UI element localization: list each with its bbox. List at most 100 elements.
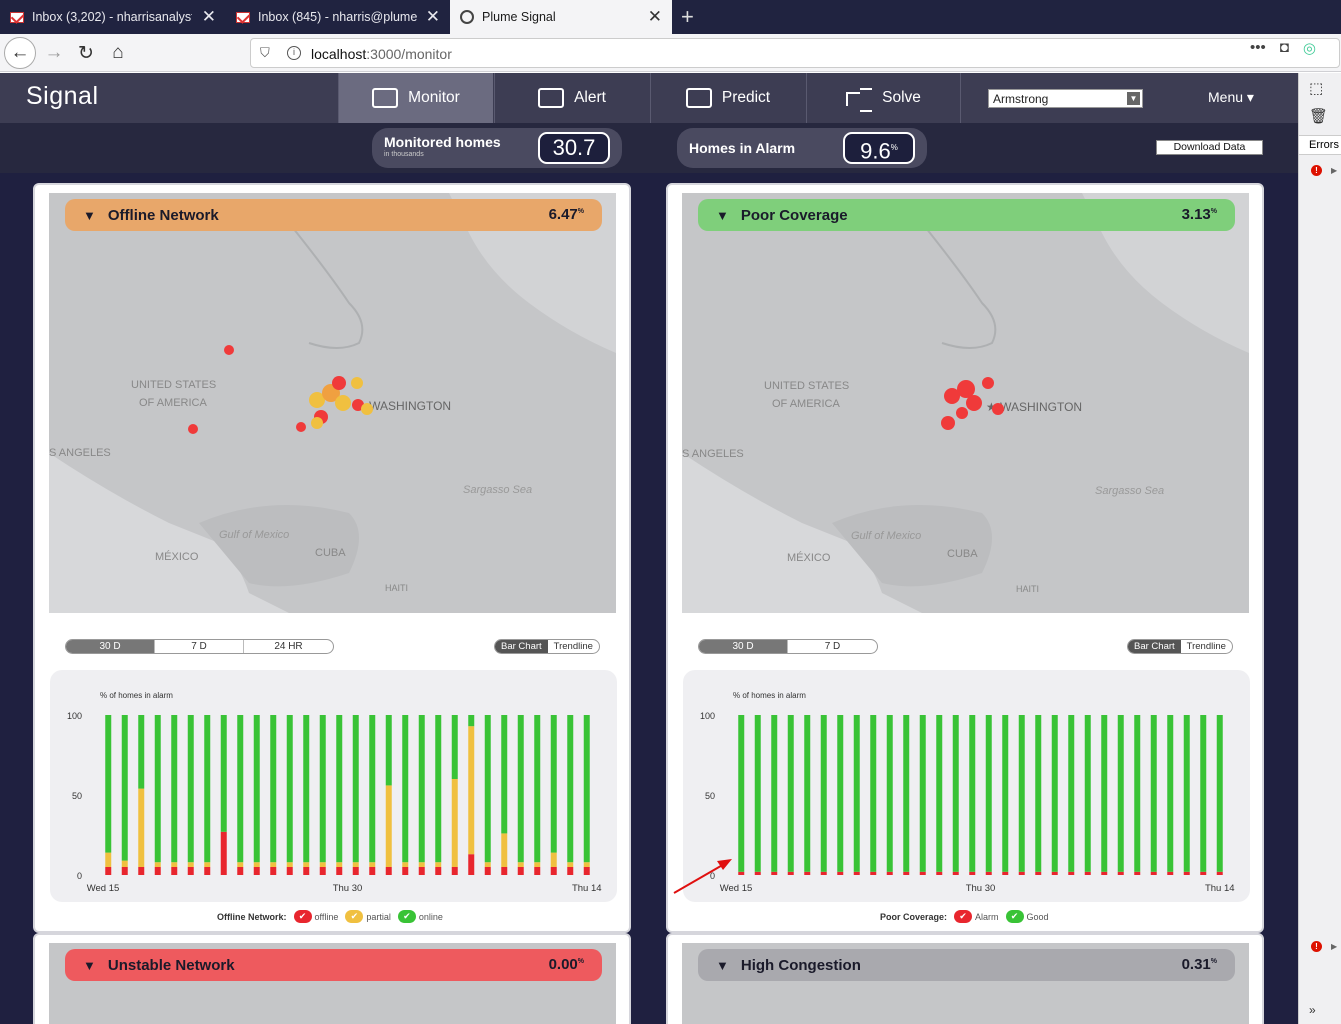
poor-coverage-header[interactable]: ▼ Poor Coverage 3.13% [698,199,1235,231]
browser-tab-inbox-2[interactable]: Inbox (845) - nharris@plume.co ✕ [226,0,450,34]
bar-segment-online [534,715,541,863]
range-tab-24hr[interactable]: 24 HR [244,640,333,653]
high-congestion-header[interactable]: ▼ High Congestion 0.31% [698,949,1235,981]
bar-segment-offline [567,867,574,875]
expand-caret-icon[interactable]: ▶ [1331,942,1337,951]
x-tick-label: Wed 15 [87,883,120,894]
bar-segment-Alarm [1018,871,1025,875]
bar-segment-Good [1183,715,1190,872]
bar-segment-partial [336,862,343,867]
nav-solve[interactable]: Solve [806,73,961,123]
home-button[interactable]: ⌂ [102,37,134,69]
unstable-network-header[interactable]: ▼ Unstable Network 0.00% [65,949,602,981]
card-title: Unstable Network [107,956,235,974]
bar-segment-Good [804,715,811,872]
bar-segment-online [567,715,574,863]
alarm-check-icon[interactable]: ✔ [954,910,973,923]
bar-segment-online [154,715,161,863]
bar-segment-offline [286,867,293,875]
offline-network-map[interactable]: UNITED STATES OF AMERICA ★ WASHINGTON S … [49,193,616,613]
pocket-icon[interactable]: ◘ [1280,39,1289,57]
partial-check-icon[interactable]: ✔ [345,910,364,923]
y-tick-label: 50 [705,791,715,801]
url-bar[interactable]: ⛉ i localhost:3000/monitor [250,38,1340,68]
expand-panel-icon[interactable]: » [1309,1003,1329,1023]
bar-segment-Good [1117,715,1124,872]
poor-coverage-map[interactable]: UNITED STATES OF AMERICA ★ WASHINGTON S … [682,193,1249,613]
errors-tab[interactable]: Errors [1299,135,1341,155]
bar-segment-offline [138,867,145,875]
bar-segment-partial [567,862,574,867]
trash-icon[interactable]: 🗑 [1309,107,1329,127]
good-check-icon[interactable]: ✔ [1005,910,1024,923]
extension-icon[interactable]: ◎ [1303,39,1316,57]
bar-segment-online [253,715,260,863]
stat-value: 30.7 [538,132,610,164]
info-icon[interactable]: i [287,46,301,60]
bar-segment-online [105,715,112,853]
bar-segment-partial [517,862,524,867]
new-tab-button[interactable]: + [681,4,694,30]
download-data-button[interactable]: Download Data [1156,140,1263,155]
close-icon[interactable]: ✕ [202,7,216,27]
back-button[interactable]: ← [4,37,36,69]
unstable-network-card: ▼ Unstable Network 0.00% [33,933,631,1024]
offline-network-header[interactable]: ▼ Offline Network 6.47% [65,199,602,231]
bar-segment-offline [534,867,541,875]
bar-segment-partial [286,862,293,867]
pick-element-icon[interactable]: ⬚ [1309,79,1329,99]
bar-segment-partial [253,862,260,867]
app-logo[interactable]: Signal [26,82,99,111]
bar-segment-partial [534,862,541,867]
bar-segment-partial [187,862,194,867]
x-tick-label: Thu 14 [572,883,602,894]
nav-alert[interactable]: Alert [494,73,649,123]
bar-segment-Alarm [1183,871,1190,875]
menu-dropdown[interactable]: Menu ▾ [1208,89,1254,106]
bar-segment-partial [418,862,425,867]
range-tab-7d[interactable]: 7 D [788,640,877,653]
bar-segment-Good [1051,715,1058,872]
error-icon: ! [1311,941,1322,952]
bar-segment-Alarm [738,871,745,875]
bar-segment-Good [1002,715,1009,872]
bar-segment-online [171,715,178,863]
expand-caret-icon[interactable]: ▶ [1331,166,1337,175]
bar-chart-toggle[interactable]: Bar Chart [495,640,548,653]
trendline-toggle[interactable]: Trendline [548,640,599,653]
offline-network-card: UNITED STATES OF AMERICA ★ WASHINGTON S … [33,183,631,933]
browser-tab-inbox-1[interactable]: Inbox (3,202) - nharrisanalyst@ ✕ [0,0,226,34]
close-icon[interactable]: ✕ [426,7,440,27]
nav-monitor[interactable]: Monitor [338,73,493,123]
nav-label: Monitor [408,89,460,106]
bar-segment-Good [936,715,943,872]
more-icon[interactable]: ••• [1250,39,1266,57]
reload-button[interactable]: ↻ [70,37,102,69]
nav-label: Alert [574,89,606,106]
browser-tab-plume-signal[interactable]: Plume Signal ✕ [450,0,672,34]
range-tab-30d[interactable]: 30 D [66,640,155,653]
y-axis-label: % of homes in alarm [100,691,173,700]
trendline-toggle[interactable]: Trendline [1181,640,1232,653]
bar-segment-online [583,715,590,863]
operator-select[interactable]: Armstrong ▼ [988,89,1143,108]
y-tick-label: 50 [72,791,82,801]
bar-segment-Good [1216,715,1223,872]
poor-coverage-range-tabs: 30 D 7 D [698,639,878,654]
shield-icon[interactable]: ⛉ [260,45,270,61]
url-text[interactable]: localhost:3000/monitor [311,46,452,62]
monitored-homes-stat: Monitored homes in thousands 30.7 [372,128,622,168]
offline-check-icon[interactable]: ✔ [293,910,312,923]
poor-coverage-card: UNITED STATES OF AMERICA ★ WASHINGTON S … [666,183,1264,933]
range-tab-7d[interactable]: 7 D [155,640,244,653]
bar-segment-Good [886,715,893,872]
bar-segment-online [121,715,128,861]
close-icon[interactable]: ✕ [648,7,662,27]
forward-button[interactable]: → [38,37,70,69]
bar-chart-toggle[interactable]: Bar Chart [1128,640,1181,653]
bar-segment-Good [985,715,992,872]
nav-predict[interactable]: Predict [650,73,805,123]
bar-segment-partial [451,779,458,867]
online-check-icon[interactable]: ✔ [397,910,416,923]
range-tab-30d[interactable]: 30 D [699,640,788,653]
